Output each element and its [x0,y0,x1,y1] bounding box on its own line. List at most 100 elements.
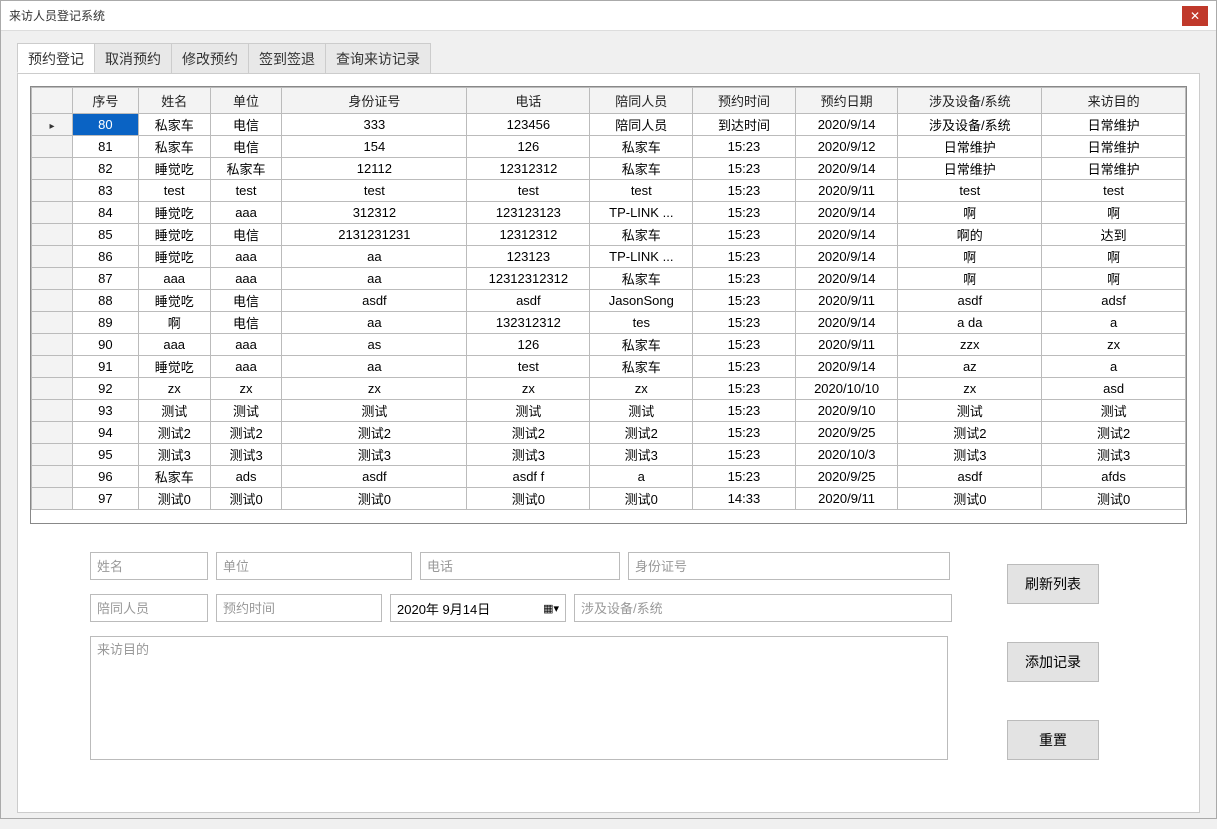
table-cell[interactable]: 达到 [1042,224,1186,246]
reset-button[interactable]: 重置 [1007,720,1099,760]
table-cell[interactable]: 90 [73,334,139,356]
table-row[interactable]: 87aaaaaaaa12312312312私家车15:232020/9/14啊啊 [32,268,1186,290]
table-cell[interactable]: 测试3 [1042,444,1186,466]
row-header[interactable] [32,312,73,334]
table-cell[interactable]: 15:23 [693,312,796,334]
table-cell[interactable]: 测试 [467,400,590,422]
tab-query[interactable]: 查询来访记录 [326,43,431,73]
add-button[interactable]: 添加记录 [1007,642,1099,682]
table-cell[interactable]: 测试2 [590,422,693,444]
table-cell[interactable]: 2020/9/14 [795,246,898,268]
table-row[interactable]: 96私家车adsasdfasdf fa15:232020/9/25asdfafd… [32,466,1186,488]
table-cell[interactable]: 睡觉吃 [138,158,210,180]
appt-time-field[interactable] [216,594,382,622]
table-cell[interactable]: 日常维护 [898,158,1042,180]
purpose-field[interactable] [90,636,948,760]
table-cell[interactable]: test [282,180,467,202]
table-cell[interactable]: 私家车 [590,224,693,246]
table-cell[interactable]: 84 [73,202,139,224]
table-cell[interactable]: 2020/9/12 [795,136,898,158]
table-cell[interactable]: 到达时间 [693,114,796,136]
tab-modify[interactable]: 修改预约 [172,43,249,73]
table-cell[interactable]: 测试3 [210,444,282,466]
table-cell[interactable]: test [138,180,210,202]
table-row[interactable]: 95测试3测试3测试3测试3测试315:232020/10/3测试3测试3 [32,444,1186,466]
row-header[interactable] [32,202,73,224]
table-cell[interactable]: 126 [467,334,590,356]
table-cell[interactable]: 2020/9/14 [795,268,898,290]
column-header[interactable]: 姓名 [138,88,210,114]
table-cell[interactable]: zx [467,378,590,400]
table-cell[interactable]: test [590,180,693,202]
table-cell[interactable]: 涉及设备/系统 [898,114,1042,136]
table-cell[interactable]: test [898,180,1042,202]
table-cell[interactable]: 私家车 [210,158,282,180]
table-row[interactable]: 92zxzxzxzxzx15:232020/10/10zxasd [32,378,1186,400]
table-cell[interactable]: 12312312 [467,224,590,246]
table-cell[interactable]: asdf [898,466,1042,488]
tab-cancel[interactable]: 取消预约 [95,43,172,73]
table-cell[interactable]: 2020/10/10 [795,378,898,400]
table-cell[interactable]: 测试0 [282,488,467,510]
name-field[interactable] [90,552,208,580]
table-cell[interactable]: 测试0 [210,488,282,510]
table-cell[interactable]: 2020/9/11 [795,334,898,356]
table-cell[interactable]: 私家车 [138,136,210,158]
table-cell[interactable]: 15:23 [693,158,796,180]
table-cell[interactable]: 电信 [210,312,282,334]
row-header[interactable] [32,466,73,488]
table-cell[interactable]: 15:23 [693,224,796,246]
table-cell[interactable]: 啊 [1042,202,1186,224]
table-cell[interactable]: 啊 [138,312,210,334]
table-cell[interactable]: 测试 [898,400,1042,422]
table-row[interactable]: 91睡觉吃aaaaatest私家车15:232020/9/14aza [32,356,1186,378]
table-cell[interactable]: 12312312312 [467,268,590,290]
table-cell[interactable]: 2020/9/11 [795,290,898,312]
table-cell[interactable]: zx [1042,334,1186,356]
table-cell[interactable]: aaa [138,268,210,290]
table-cell[interactable]: a da [898,312,1042,334]
table-row[interactable]: 93测试测试测试测试测试15:232020/9/10测试测试 [32,400,1186,422]
table-cell[interactable]: 85 [73,224,139,246]
close-icon[interactable]: ✕ [1182,6,1208,26]
table-cell[interactable]: 测试0 [590,488,693,510]
refresh-button[interactable]: 刷新列表 [1007,564,1099,604]
table-row[interactable]: 82睡觉吃私家车1211212312312私家车15:232020/9/14日常… [32,158,1186,180]
row-header[interactable] [32,246,73,268]
table-cell[interactable]: 2020/9/11 [795,180,898,202]
table-cell[interactable]: 测试0 [467,488,590,510]
equipment-field[interactable] [574,594,952,622]
table-row[interactable]: 86睡觉吃aaaaa123123TP-LINK ...15:232020/9/1… [32,246,1186,268]
tab-register[interactable]: 预约登记 [17,43,95,73]
table-cell[interactable]: 312312 [282,202,467,224]
table-cell[interactable]: asdf [467,290,590,312]
row-header[interactable] [32,158,73,180]
table-cell[interactable]: TP-LINK ... [590,202,693,224]
table-cell[interactable]: 啊 [1042,268,1186,290]
table-cell[interactable]: asdf [898,290,1042,312]
table-cell[interactable]: 96 [73,466,139,488]
table-cell[interactable]: 15:23 [693,136,796,158]
column-header[interactable]: 陪同人员 [590,88,693,114]
table-cell[interactable]: 测试 [1042,400,1186,422]
date-picker[interactable]: 2020年 9月14日 ▦▾ [390,594,566,622]
table-cell[interactable]: 2020/9/25 [795,466,898,488]
table-cell[interactable]: 啊的 [898,224,1042,246]
table-cell[interactable]: asdf [282,290,467,312]
table-cell[interactable]: 电信 [210,114,282,136]
table-cell[interactable]: 日常维护 [1042,114,1186,136]
table-cell[interactable]: 电信 [210,136,282,158]
table-row[interactable]: 88睡觉吃电信asdfasdfJasonSong15:232020/9/11as… [32,290,1186,312]
table-cell[interactable]: 15:23 [693,378,796,400]
table-row[interactable]: 94测试2测试2测试2测试2测试215:232020/9/25测试2测试2 [32,422,1186,444]
table-cell[interactable]: 82 [73,158,139,180]
table-cell[interactable]: aa [282,356,467,378]
table-cell[interactable]: 私家车 [138,466,210,488]
table-cell[interactable]: asd [1042,378,1186,400]
table-cell[interactable]: 87 [73,268,139,290]
table-cell[interactable]: 15:23 [693,466,796,488]
table-cell[interactable]: test [1042,180,1186,202]
table-cell[interactable]: 测试 [138,400,210,422]
table-cell[interactable]: a [590,466,693,488]
table-cell[interactable]: 陪同人员 [590,114,693,136]
